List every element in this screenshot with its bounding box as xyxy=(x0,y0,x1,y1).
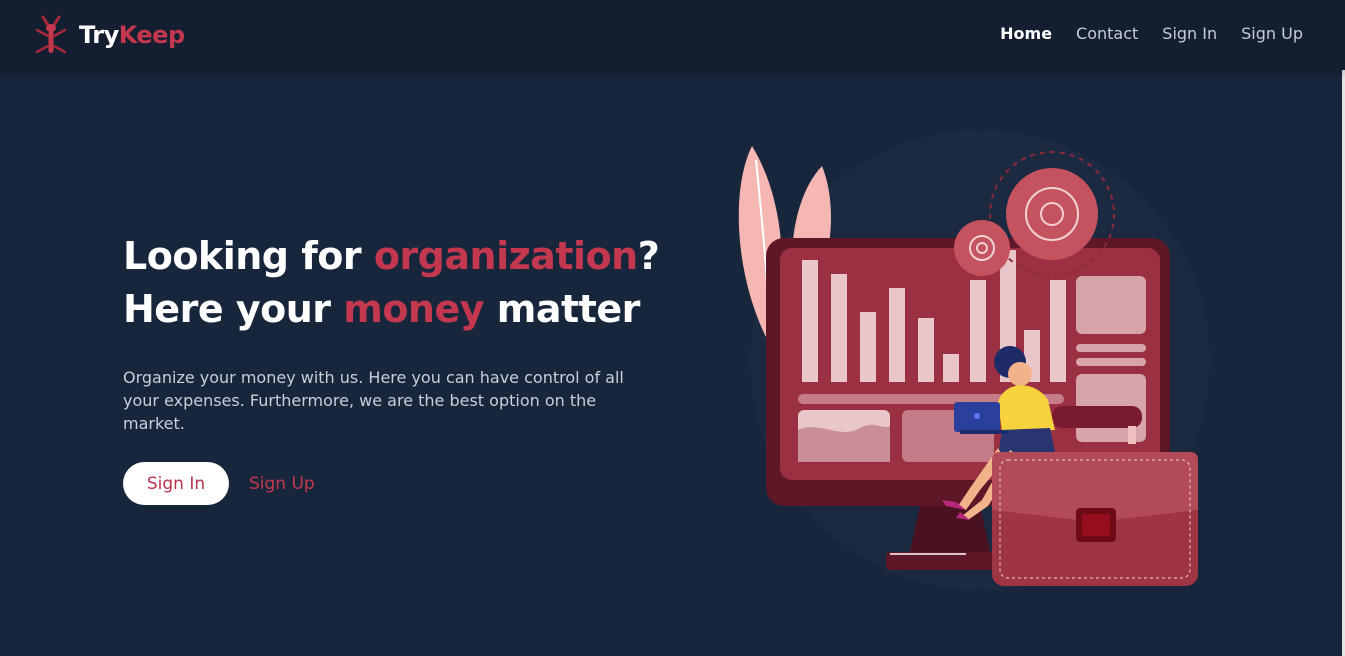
nav-item-sign-in: Sign In xyxy=(1162,24,1217,43)
brand-logo[interactable]: TryKeep xyxy=(33,14,185,56)
sign-in-button[interactable]: Sign In xyxy=(123,462,229,505)
navbar: TryKeep Home Contact Sign In Sign Up xyxy=(0,0,1345,70)
nav-link-sign-up[interactable]: Sign Up xyxy=(1241,24,1303,43)
nav-item-contact: Contact xyxy=(1076,24,1138,43)
hero-description: Organize your money with us. Here you ca… xyxy=(123,368,624,433)
headline-accent-organization: organization xyxy=(373,234,638,278)
brand-name-part2: Keep xyxy=(118,21,185,49)
briefcase-icon xyxy=(992,452,1198,586)
nav-link-home[interactable]: Home xyxy=(1000,24,1052,43)
headline-line2-pre: Here your xyxy=(123,287,344,331)
headline-line1-post: ? xyxy=(637,234,660,278)
finance-dashboard-illustration xyxy=(738,130,1210,590)
ant-logo-icon xyxy=(35,15,67,54)
nav-item-home: Home xyxy=(1000,24,1052,43)
brand-name: TryKeep xyxy=(79,21,185,49)
sign-up-button[interactable]: Sign Up xyxy=(249,474,315,494)
hero-cta-group: Sign In Sign Up xyxy=(123,462,663,505)
headline-line2-post: matter xyxy=(484,287,641,331)
brand-name-part1: Try xyxy=(79,21,119,49)
nav-menu: Home Contact Sign In Sign Up xyxy=(1000,24,1303,43)
hero-headline: Looking for organization? Here your mone… xyxy=(123,230,663,336)
nav-link-sign-in[interactable]: Sign In xyxy=(1162,24,1217,43)
headline-accent-money: money xyxy=(343,287,485,331)
nav-link-contact[interactable]: Contact xyxy=(1076,24,1138,43)
nav-item-sign-up: Sign Up xyxy=(1241,24,1303,43)
headline-line1-pre: Looking for xyxy=(123,234,374,278)
hero-text: Looking for organization? Here your mone… xyxy=(123,230,663,505)
gear-small-icon xyxy=(954,220,1010,276)
